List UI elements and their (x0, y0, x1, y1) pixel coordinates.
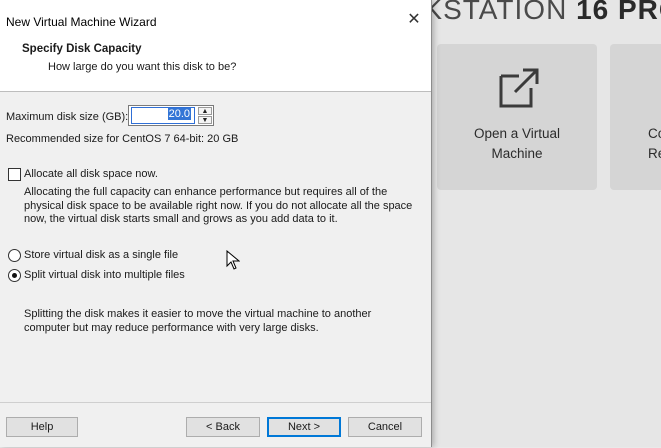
recommended-size-text: Recommended size for CentOS 7 64-bit: 20… (6, 133, 239, 145)
max-disk-size-input[interactable]: 20.0 (131, 107, 195, 124)
wizard-step-title: Specify Disk Capacity (22, 43, 142, 55)
dialog-titlebar[interactable]: New Virtual Machine Wizard ✕ (0, 0, 431, 33)
dialog-title: New Virtual Machine Wizard (6, 15, 157, 29)
tile-open-label: Open a Virtual Machine (473, 126, 561, 161)
split-description: Splitting the disk makes it easier to mo… (24, 308, 372, 334)
stepper-buttons: ▲ ▼ (198, 107, 212, 124)
allocate-now-label[interactable]: Allocate all disk space now. (24, 168, 158, 180)
radio-single-file-label[interactable]: Store virtual disk as a single file (24, 249, 178, 261)
close-icon[interactable]: ✕ (407, 11, 421, 27)
wizard-header: Specify Disk Capacity How large do you w… (0, 33, 431, 92)
allocate-description: Allocating the full capacity can enhance… (24, 186, 413, 225)
help-button[interactable]: Help (6, 417, 78, 437)
wizard-step-subtitle: How large do you want this disk to be? (48, 61, 237, 73)
back-button[interactable]: < Back (186, 417, 260, 437)
tile-partial-label: Co Re (648, 126, 661, 161)
allocate-now-checkbox[interactable] (8, 168, 21, 181)
mouse-cursor-icon (226, 250, 240, 270)
radio-split-files-indicator[interactable] (8, 269, 21, 282)
radio-split-files-label[interactable]: Split virtual disk into multiple files (24, 269, 185, 281)
open-virtual-machine-tile[interactable]: Open a Virtual Machine (437, 44, 597, 190)
stepper-down-button[interactable]: ▼ (198, 116, 212, 124)
create-vm-tile-partial[interactable]: Co Re (610, 44, 661, 190)
open-external-icon (499, 68, 539, 108)
max-disk-size-label: Maximum disk size (GB): (6, 111, 129, 123)
cancel-button[interactable]: Cancel (348, 417, 422, 437)
max-disk-size-value: 20.0 (167, 108, 191, 120)
wizard-footer: Help < Back Next > Cancel (0, 402, 431, 448)
stepper-up-button[interactable]: ▲ (198, 107, 212, 115)
brand-version: 16 PRO (576, 0, 661, 25)
next-button[interactable]: Next > (267, 417, 341, 437)
radio-single-file-indicator[interactable] (8, 249, 21, 262)
max-disk-size-stepper[interactable]: 20.0 ▲ ▼ (128, 105, 214, 126)
new-vm-wizard-dialog: New Virtual Machine Wizard ✕ Specify Dis… (0, 0, 432, 447)
